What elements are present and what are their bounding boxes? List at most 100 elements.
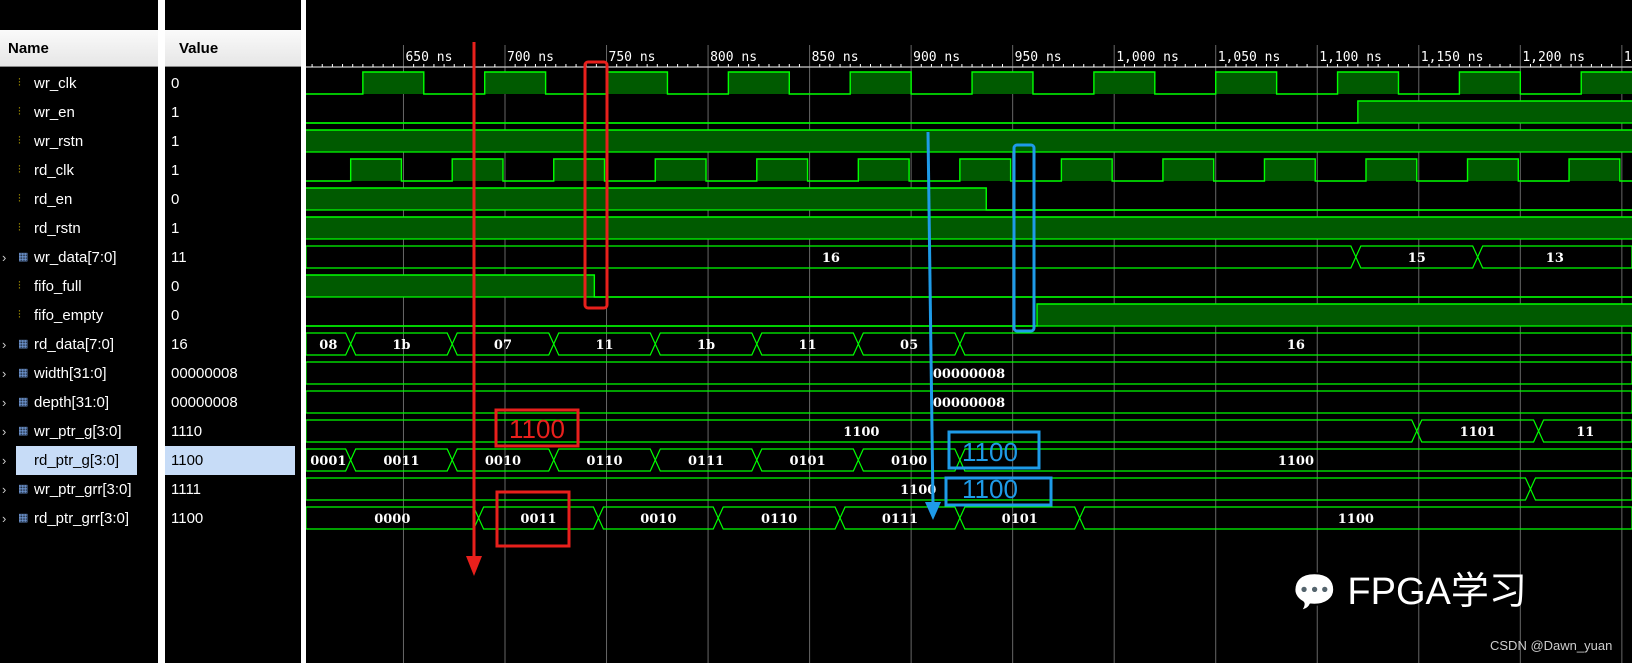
- signal-row-depth[interactable]: › ▦ depth[31:0]: [0, 388, 158, 417]
- signal-value: 1: [171, 104, 180, 121]
- bus-segment: [1529, 477, 1632, 501]
- bus-value: 0000: [374, 512, 410, 527]
- red-highlight-box: [583, 60, 609, 310]
- bus-signal-icon: ▦: [18, 367, 29, 379]
- bus-value: 0101: [1002, 512, 1038, 527]
- signal-row-rd-data[interactable]: › ▦ rd_data[7:0]: [0, 330, 158, 359]
- bus-value: 11: [799, 338, 817, 353]
- signal-row-wr-en[interactable]: ⫶ wr_en: [0, 98, 158, 127]
- signal-name: wr_ptr_g[3:0]: [34, 423, 122, 440]
- signal-value: 1: [171, 220, 180, 237]
- bus-signal-icon: ▦: [18, 483, 29, 495]
- bus-value: 13: [1546, 251, 1564, 266]
- high-fill: [655, 159, 707, 181]
- signal-row-wr-ptr-grr[interactable]: › ▦ wr_ptr_grr[3:0]: [0, 475, 158, 504]
- high-fill: [728, 72, 790, 94]
- expand-chevron-icon[interactable]: ›: [2, 475, 10, 504]
- signal-row-rd-rstn[interactable]: ⫶ rd_rstn: [0, 214, 158, 243]
- signal-row-wr-data[interactable]: › ▦ wr_data[7:0]: [0, 243, 158, 272]
- signal-row-rd-ptr-grr[interactable]: › ▦ rd_ptr_grr[3:0]: [0, 504, 158, 533]
- time-tick-label: 800 ns: [710, 50, 757, 65]
- bit-signal-icon: ⫶: [18, 77, 21, 89]
- bus-signal-icon: ▦: [18, 512, 29, 524]
- signal-value: 00000008: [171, 365, 238, 382]
- signal-name: wr_data[7:0]: [34, 249, 117, 266]
- expand-chevron-icon[interactable]: ›: [2, 504, 10, 533]
- high-fill: [306, 275, 595, 297]
- bus-signal-icon: ▦: [18, 425, 29, 437]
- high-fill: [606, 72, 668, 94]
- expand-chevron-icon[interactable]: ›: [2, 446, 10, 475]
- credit-text: CSDN @Dawn_yuan: [1490, 638, 1613, 653]
- bus-value: 00000008: [933, 367, 1005, 382]
- bus-value: 0010: [640, 512, 676, 527]
- bus-value: 1b: [392, 338, 410, 353]
- signal-value: 0: [171, 191, 180, 208]
- column-splitter[interactable]: [158, 0, 165, 663]
- bus-value: 05: [900, 338, 918, 353]
- signal-name: rd_clk: [34, 162, 75, 179]
- expand-chevron-icon[interactable]: ›: [2, 388, 10, 417]
- signal-row-rd-clk[interactable]: ⫶ rd_clk: [0, 156, 158, 185]
- signal-value: 1111: [171, 481, 202, 498]
- signal-name: depth[31:0]: [34, 394, 110, 411]
- signal-row-width[interactable]: › ▦ width[31:0]: [0, 359, 158, 388]
- time-tick-label: 950 ns: [1015, 50, 1062, 65]
- bit-signal-icon: ⫶: [18, 222, 21, 234]
- signal-name: fifo_full: [34, 278, 82, 295]
- time-tick-label: 1,150 ns: [1421, 50, 1484, 65]
- name-column-header[interactable]: Name: [0, 30, 158, 67]
- bus-value: 1100: [1278, 454, 1314, 469]
- high-fill: [553, 159, 605, 181]
- high-fill: [1162, 159, 1214, 181]
- signal-value-panel: Value 0 1 1 1 0 1 11 0 0 16 00000008 00000008 1110 11…: [165, 0, 301, 663]
- bus-value: 11: [595, 338, 613, 353]
- signal-name: wr_rstn: [34, 133, 84, 150]
- bus-value: 16: [1287, 338, 1305, 353]
- expand-chevron-icon[interactable]: ›: [2, 330, 10, 359]
- bus-value: 00000008: [933, 396, 1005, 411]
- high-fill: [1264, 159, 1316, 181]
- bus-value: 0110: [586, 454, 622, 469]
- value-column-header[interactable]: Value: [165, 30, 301, 67]
- signal-value: 1100: [165, 446, 295, 475]
- high-fill: [1037, 304, 1632, 326]
- expand-chevron-icon[interactable]: ›: [2, 243, 10, 272]
- high-fill: [850, 72, 912, 94]
- bus-signal-icon: ▦: [18, 338, 29, 350]
- watermark-text: FPGA学习: [1347, 571, 1527, 613]
- time-tick-label: 1,: [1624, 50, 1632, 65]
- signal-row-wr-rstn[interactable]: ⫶ wr_rstn: [0, 127, 158, 156]
- high-fill: [1467, 159, 1519, 181]
- bus-value: 16: [822, 251, 840, 266]
- expand-chevron-icon[interactable]: ›: [2, 417, 10, 446]
- signal-row-fifo-full[interactable]: ⫶ fifo_full: [0, 272, 158, 301]
- bus-value: 08: [319, 338, 337, 353]
- signal-name: wr_clk: [34, 75, 77, 92]
- signal-name: rd_en: [34, 191, 73, 208]
- high-fill: [306, 188, 987, 210]
- bus-value: 11: [1576, 425, 1594, 440]
- signal-row-wr-ptr-g[interactable]: › ▦ wr_ptr_g[3:0]: [0, 417, 158, 446]
- expand-chevron-icon[interactable]: ›: [2, 359, 10, 388]
- signal-row-rd-en[interactable]: ⫶ rd_en: [0, 185, 158, 214]
- high-fill: [972, 72, 1033, 94]
- bus-value: 0111: [688, 454, 724, 469]
- bit-signal-icon: ⫶: [18, 309, 21, 321]
- time-tick-label: 700 ns: [507, 50, 554, 65]
- signal-row-fifo-empty[interactable]: ⫶ fifo_empty: [0, 301, 158, 330]
- bus-value: 1b: [697, 338, 715, 353]
- signal-name: rd_rstn: [34, 220, 81, 237]
- bus-value: 1100: [843, 425, 879, 440]
- time-tick-label: 750 ns: [609, 50, 656, 65]
- time-tick-label: 1,050 ns: [1218, 50, 1281, 65]
- bus-value: 0010: [485, 454, 521, 469]
- time-tick-label: 1,000 ns: [1116, 50, 1179, 65]
- bus-value: 07: [494, 338, 512, 353]
- time-tick-label: 1,200 ns: [1522, 50, 1585, 65]
- signal-value: 1: [171, 162, 180, 179]
- signal-row-rd-ptr-g[interactable]: ›▦rd_ptr_g[3:0]: [0, 446, 158, 475]
- signal-row-wr-clk[interactable]: ⫶ wr_clk: [0, 69, 158, 98]
- signal-name-panel: Name ⫶ wr_clk ⫶ wr_en ⫶ wr_rstn ⫶ rd_clk ⫶ rd_en ⫶…: [0, 0, 158, 663]
- time-tick-label: 650 ns: [405, 50, 452, 65]
